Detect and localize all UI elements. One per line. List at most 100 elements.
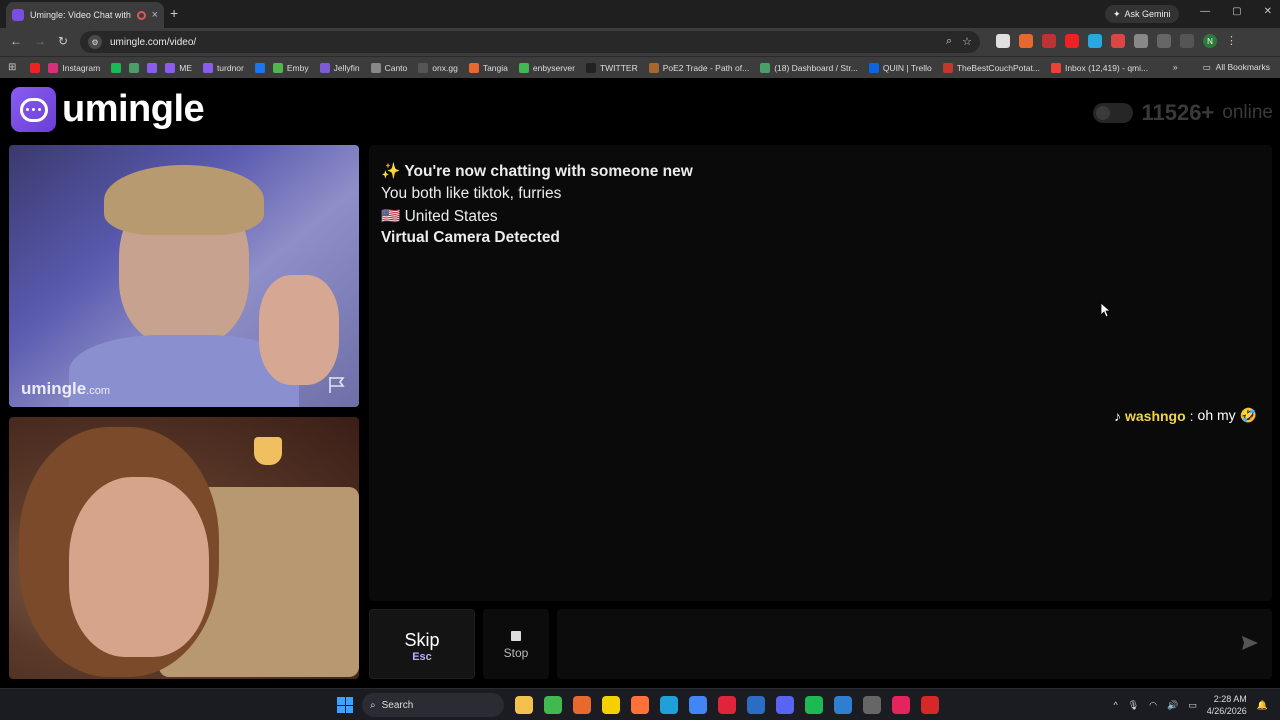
bookmark-favicon-icon [129,62,140,73]
bookmark-item[interactable]: ME [165,62,192,73]
firefox-icon[interactable] [631,696,649,714]
chat-panel: ✨ You're now chatting with someone new Y… [369,145,1272,601]
opera-icon[interactable] [718,696,736,714]
extensions-area: N ⋮ [996,34,1237,48]
windows-taskbar: ⌕ Search ^ 🎙 ◠ 🔊 ▭ 2:28 AM 4/26/2026 🔔 [0,688,1280,720]
profile-avatar[interactable]: N [1203,34,1217,48]
extension-fox-icon[interactable] [1019,34,1033,48]
spotify-icon[interactable] [805,696,823,714]
bookmark-item[interactable]: enbyserver [518,62,575,73]
notification-bell-icon[interactable]: 🔔 [1257,700,1268,711]
forward-arrow-icon[interactable]: → [34,34,46,48]
bookmark-item[interactable]: Tangia [468,62,508,73]
bookmark-item[interactable] [30,62,41,73]
bookmark-item[interactable]: Jellyfin [319,62,360,73]
chrome-icon[interactable] [689,696,707,714]
maximize-button[interactable]: ▢ [1232,6,1241,17]
microphone-icon[interactable]: 🎙 [1128,700,1139,711]
bookmark-item[interactable]: (18) Dashboard / Str... [760,62,858,73]
obs-icon[interactable] [863,696,881,714]
taskbar-apps [515,696,939,714]
search-icon: ⌕ [370,699,376,711]
stop-button[interactable]: Stop [483,609,549,679]
battery-icon[interactable]: ▭ [1188,700,1197,711]
extension-red-icon[interactable] [1042,34,1056,48]
send-icon[interactable] [1240,633,1260,653]
app-red-icon[interactable] [921,696,939,714]
bookmark-item[interactable]: PoE2 Trade - Path of... [648,62,749,73]
bookmark-item[interactable]: Emby [272,62,309,73]
all-bookmarks-button[interactable]: » ▭ All Bookmarks [1173,62,1270,73]
chat-input[interactable] [557,609,1272,679]
play-app-icon[interactable] [544,696,562,714]
sticky-notes-icon[interactable] [602,696,620,714]
bookmark-item[interactable]: Instagram [48,62,100,73]
reading-list-icon[interactable] [1180,34,1194,48]
tab-umingle[interactable]: Umingle: Video Chat with S × [6,2,164,28]
wifi-icon[interactable]: ◠ [1149,700,1157,711]
bookmark-favicon-icon [319,62,330,73]
chat-message-text: oh my 🤣 [1197,407,1257,423]
theme-toggle[interactable] [1093,103,1134,123]
app-orange-icon[interactable] [573,696,591,714]
new-tab-button[interactable]: + [170,5,178,21]
bookmark-item[interactable] [147,62,158,73]
file-explorer-icon[interactable] [515,696,533,714]
site-info-icon[interactable]: ⚙ [88,35,102,49]
chat-message: ♪ washngo: oh my 🤣 [1114,407,1257,424]
bookmark-favicon-icon [760,62,771,73]
minimize-button[interactable]: — [1200,6,1210,17]
volume-icon[interactable]: 🔊 [1167,700,1178,711]
tray-overflow-icon[interactable]: ^ [1113,700,1117,710]
search-label: Search [381,699,414,711]
extension-k-icon[interactable] [996,34,1010,48]
browser-tabstrip: Umingle: Video Chat with S × + ✦ Ask Gem… [0,0,1280,28]
bookmark-item[interactable]: turdnor [202,62,244,73]
app-blue-icon[interactable] [747,696,765,714]
bookmark-item[interactable]: QUIN | Trello [868,62,932,73]
media-control-icon[interactable] [1157,34,1171,48]
online-indicator: 11526+ online [1093,100,1273,126]
extension-youtube-icon[interactable] [1065,34,1079,48]
close-tab-button[interactable]: × [152,9,158,21]
bookmark-label: Jellyfin [333,62,360,73]
extension-7tv-icon[interactable] [1088,34,1102,48]
bookmark-item[interactable] [254,62,265,73]
report-flag-icon[interactable] [327,375,347,395]
bookmark-item[interactable] [111,62,122,73]
chrome-menu-icon[interactable]: ⋮ [1226,34,1237,48]
bookmark-item[interactable]: Inbox (12,419) - qmi... [1050,62,1148,73]
site-logo[interactable]: umingle [11,87,205,132]
discord-icon[interactable] [776,696,794,714]
taskbar-search[interactable]: ⌕ Search [362,693,504,717]
edge-icon[interactable] [660,696,678,714]
self-face [69,477,209,657]
bookmark-item[interactable] [129,62,140,73]
bookmark-favicon-icon [648,62,659,73]
clock[interactable]: 2:28 AM 4/26/2026 [1207,693,1247,717]
notepad-icon[interactable] [834,696,852,714]
url-text: umingle.com/video/ [110,36,197,48]
bookmark-item[interactable]: TheBestCouchPotat... [942,62,1040,73]
zoom-icon[interactable]: ⌕ [946,35,952,48]
skip-shortcut: Esc [412,651,432,663]
windows-start-icon[interactable] [337,697,353,713]
close-window-button[interactable]: ✕ [1264,6,1272,17]
bookmarks-more-icon[interactable]: » [1173,62,1178,73]
extension-shield-icon[interactable] [1111,34,1125,48]
extensions-puzzle-icon[interactable] [1134,34,1148,48]
back-arrow-icon[interactable]: ← [10,34,22,48]
bookmark-item[interactable]: TWITTER [585,62,638,73]
bookmark-item[interactable]: Canto [370,62,407,73]
bookmark-favicon-icon [418,62,429,73]
bookmark-item[interactable]: onx.gg [418,62,458,73]
apps-grid-icon[interactable]: ⊞ [8,62,16,73]
ask-gemini-button[interactable]: ✦ Ask Gemini [1105,5,1179,23]
address-bar[interactable]: ⚙ umingle.com/video/ ⌕ ☆ [80,31,980,53]
reload-icon[interactable]: ↻ [58,34,68,48]
bookmark-star-icon[interactable]: ☆ [962,35,972,48]
bookmark-favicon-icon [48,62,59,73]
tiktok-live-icon[interactable] [892,696,910,714]
bookmark-label: Tangia [482,62,508,73]
skip-button[interactable]: Skip Esc [369,609,475,679]
